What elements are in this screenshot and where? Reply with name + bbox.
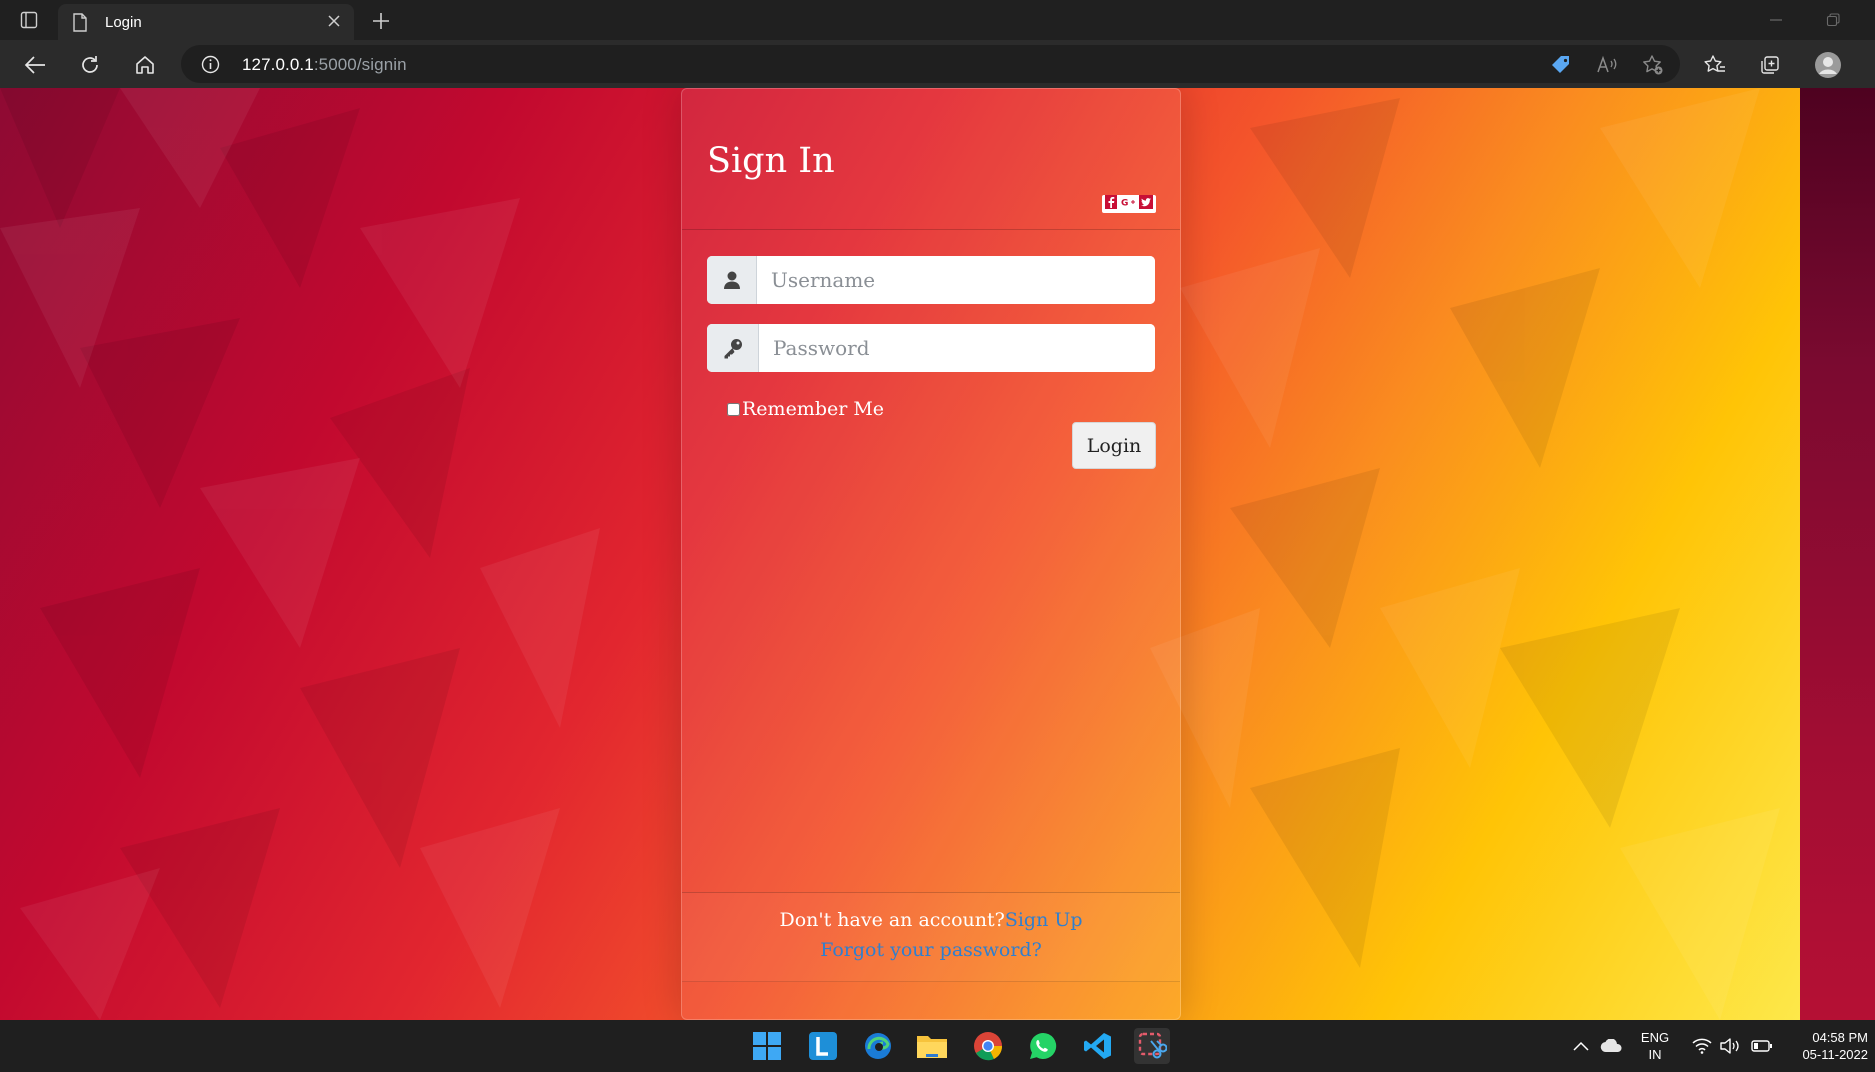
onedrive-cloud-icon[interactable]	[1600, 1036, 1622, 1056]
browser-tab[interactable]: Login	[58, 4, 354, 40]
card-footer: Don't have an account?Sign Up Forgot you…	[682, 892, 1180, 982]
minimize-icon[interactable]	[1766, 10, 1786, 30]
key-icon	[707, 324, 759, 372]
page-icon	[72, 13, 88, 37]
tab-actions-menu-icon[interactable]	[18, 9, 40, 31]
background-right-edge	[1800, 88, 1875, 1020]
new-tab-icon[interactable]	[368, 8, 394, 34]
chrome-icon[interactable]	[970, 1028, 1006, 1064]
tab-title: Login	[105, 14, 142, 31]
edge-browser-icon[interactable]	[860, 1028, 896, 1064]
chevron-up-icon[interactable]	[1570, 1036, 1592, 1056]
close-tab-icon[interactable]	[326, 13, 342, 34]
url-path: :5000/signin	[313, 55, 407, 74]
l-app-icon[interactable]	[805, 1028, 841, 1064]
username-input-group	[707, 256, 1155, 304]
wifi-icon[interactable]	[1691, 1036, 1713, 1056]
signup-link[interactable]: Sign Up	[1005, 909, 1083, 931]
profile-avatar-icon[interactable]	[1813, 50, 1843, 80]
password-input[interactable]	[759, 324, 1155, 372]
back-icon[interactable]	[20, 50, 50, 80]
volume-icon[interactable]	[1719, 1036, 1741, 1056]
twitter-icon[interactable]	[1138, 194, 1153, 214]
language-indicator[interactable]: ENG IN	[1638, 1029, 1672, 1063]
remember-me: Remember Me	[727, 398, 884, 420]
collections-icon[interactable]	[1755, 50, 1785, 80]
signin-card: Sign In G Username Remember Me Login Don…	[681, 88, 1181, 1020]
site-info-icon[interactable]	[201, 55, 220, 79]
facebook-icon[interactable]	[1105, 194, 1118, 214]
language-region: IN	[1648, 1047, 1662, 1062]
system-clock[interactable]: 04:58 PM 05-11-2022	[1786, 1029, 1868, 1063]
clock-date: 05-11-2022	[1802, 1047, 1868, 1062]
password-input-group	[707, 324, 1155, 372]
page-viewport: Sign In G Username Remember Me Login Don…	[0, 88, 1875, 1020]
favorites-icon[interactable]	[1700, 50, 1730, 80]
url-text[interactable]: 127.0.0.1:5000/signin	[242, 55, 407, 75]
snipping-tool-icon[interactable]	[1134, 1028, 1170, 1064]
signup-line: Don't have an account?Sign Up	[682, 909, 1180, 931]
refresh-icon[interactable]	[75, 50, 105, 80]
social-login-icons[interactable]: G	[1102, 194, 1156, 214]
card-header: Sign In G	[682, 89, 1180, 230]
shopping-tag-icon[interactable]	[1549, 54, 1573, 76]
vscode-icon[interactable]	[1080, 1028, 1116, 1064]
username-input[interactable]	[757, 256, 1155, 304]
signin-title: Sign In	[707, 141, 835, 181]
remember-me-checkbox[interactable]	[727, 402, 740, 416]
restore-icon[interactable]	[1823, 10, 1843, 30]
start-menu-icon[interactable]	[749, 1028, 785, 1064]
no-account-text: Don't have an account?	[779, 909, 1005, 931]
forgot-password-link[interactable]: Forgot your password?	[820, 939, 1042, 961]
address-bar[interactable]: 127.0.0.1:5000/signin	[181, 45, 1680, 83]
user-icon	[707, 256, 757, 304]
battery-icon[interactable]	[1751, 1036, 1773, 1056]
url-host: 127.0.0.1	[242, 55, 314, 74]
browser-tab-bar: Login	[0, 0, 1875, 40]
remember-me-label[interactable]: Remember Me	[742, 398, 884, 420]
windows-taskbar: ENG IN 04:58 PM 05-11-2022	[0, 1020, 1875, 1072]
forgot-line: Forgot your password?	[682, 939, 1180, 961]
svg-text:G: G	[1121, 198, 1128, 208]
language-code: ENG	[1640, 1030, 1670, 1045]
whatsapp-icon[interactable]	[1025, 1028, 1061, 1064]
login-button[interactable]: Login	[1072, 422, 1156, 469]
clock-time: 04:58 PM	[1812, 1030, 1868, 1045]
read-aloud-icon[interactable]	[1595, 54, 1619, 76]
add-favorite-icon[interactable]	[1641, 54, 1665, 76]
google-plus-icon[interactable]: G	[1119, 194, 1136, 214]
file-explorer-icon[interactable]	[914, 1028, 950, 1064]
browser-toolbar: 127.0.0.1:5000/signin	[0, 40, 1875, 88]
home-icon[interactable]	[130, 50, 160, 80]
